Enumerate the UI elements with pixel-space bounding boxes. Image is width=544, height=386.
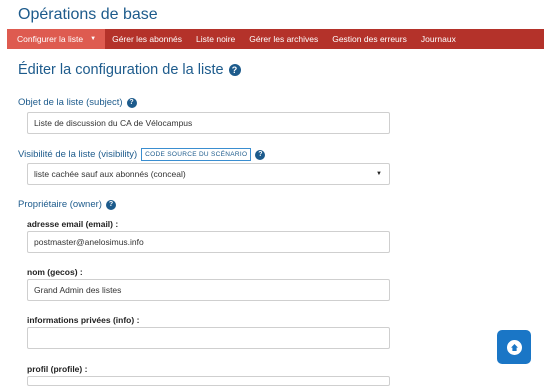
section-title-text: Éditer la configuration de la liste xyxy=(18,62,224,78)
nav-gestion-des-erreurs[interactable]: Gestion des erreurs xyxy=(325,29,414,49)
nav-liste-noire[interactable]: Liste noire xyxy=(189,29,242,49)
gecos-field[interactable]: Grand Admin des listes xyxy=(27,279,390,301)
owner-label: Propriétaire (owner) ? xyxy=(18,199,116,210)
email-label: adresse email (email) : xyxy=(27,219,119,229)
nav-item-label: Configurer la liste xyxy=(17,34,84,44)
question-circle-icon[interactable]: ? xyxy=(228,64,241,76)
nav-journaux[interactable]: Journaux xyxy=(414,29,463,49)
email-value: postmaster@anelosimus.info xyxy=(34,237,144,247)
caret-down-icon: ▼ xyxy=(90,36,97,42)
nav-item-label: Journaux xyxy=(420,34,456,44)
visibility-selected: liste cachée sauf aux abonnés (conceal) xyxy=(34,169,186,179)
visibility-label: Visibilité de la liste (visibility) CODE… xyxy=(18,148,266,161)
navbar: Configurer la liste ▼ Gérer les abonnés … xyxy=(7,29,544,49)
email-field[interactable]: postmaster@anelosimus.info xyxy=(27,231,390,253)
scenario-source-button[interactable]: CODE SOURCE DU SCÉNARIO xyxy=(141,148,252,161)
gecos-label: nom (gecos) : xyxy=(27,267,83,277)
nav-configurer-la-liste[interactable]: Configurer la liste ▼ xyxy=(7,29,106,49)
question-circle-icon[interactable]: ? xyxy=(255,149,266,160)
visibility-label-text: Visibilité de la liste (visibility) xyxy=(18,149,138,160)
subject-input[interactable]: Liste de discussion du CA de Vélocampus xyxy=(27,112,390,134)
question-circle-icon[interactable]: ? xyxy=(126,97,137,108)
info-label: informations privées (info) : xyxy=(27,315,140,325)
subject-value: Liste de discussion du CA de Vélocampus xyxy=(34,118,193,128)
section-title: Éditer la configuration de la liste ? xyxy=(18,62,241,78)
nav-item-label: Gestion des erreurs xyxy=(332,34,407,44)
nav-item-label: Gérer les archives xyxy=(249,34,319,44)
caret-down-icon: ▼ xyxy=(376,171,382,177)
arrow-up-circle-icon xyxy=(506,339,522,355)
gecos-value: Grand Admin des listes xyxy=(34,285,122,295)
visibility-select[interactable]: liste cachée sauf aux abonnés (conceal) … xyxy=(27,163,390,185)
scroll-to-top-button[interactable] xyxy=(497,330,531,364)
subject-label-text: Objet de la liste (subject) xyxy=(18,97,123,108)
info-field[interactable] xyxy=(27,327,390,349)
profile-label: profil (profile) : xyxy=(27,364,88,374)
question-circle-icon[interactable]: ? xyxy=(105,199,116,210)
page-title: Opérations de base xyxy=(18,6,158,23)
owner-label-text: Propriétaire (owner) xyxy=(18,199,102,210)
nav-item-label: Gérer les abonnés xyxy=(112,34,183,44)
nav-gerer-les-archives[interactable]: Gérer les archives xyxy=(242,29,325,49)
nav-gerer-les-abonnes[interactable]: Gérer les abonnés xyxy=(105,29,189,49)
profile-select[interactable] xyxy=(27,376,390,386)
subject-label: Objet de la liste (subject) ? xyxy=(18,97,137,108)
nav-item-label: Liste noire xyxy=(196,34,236,44)
